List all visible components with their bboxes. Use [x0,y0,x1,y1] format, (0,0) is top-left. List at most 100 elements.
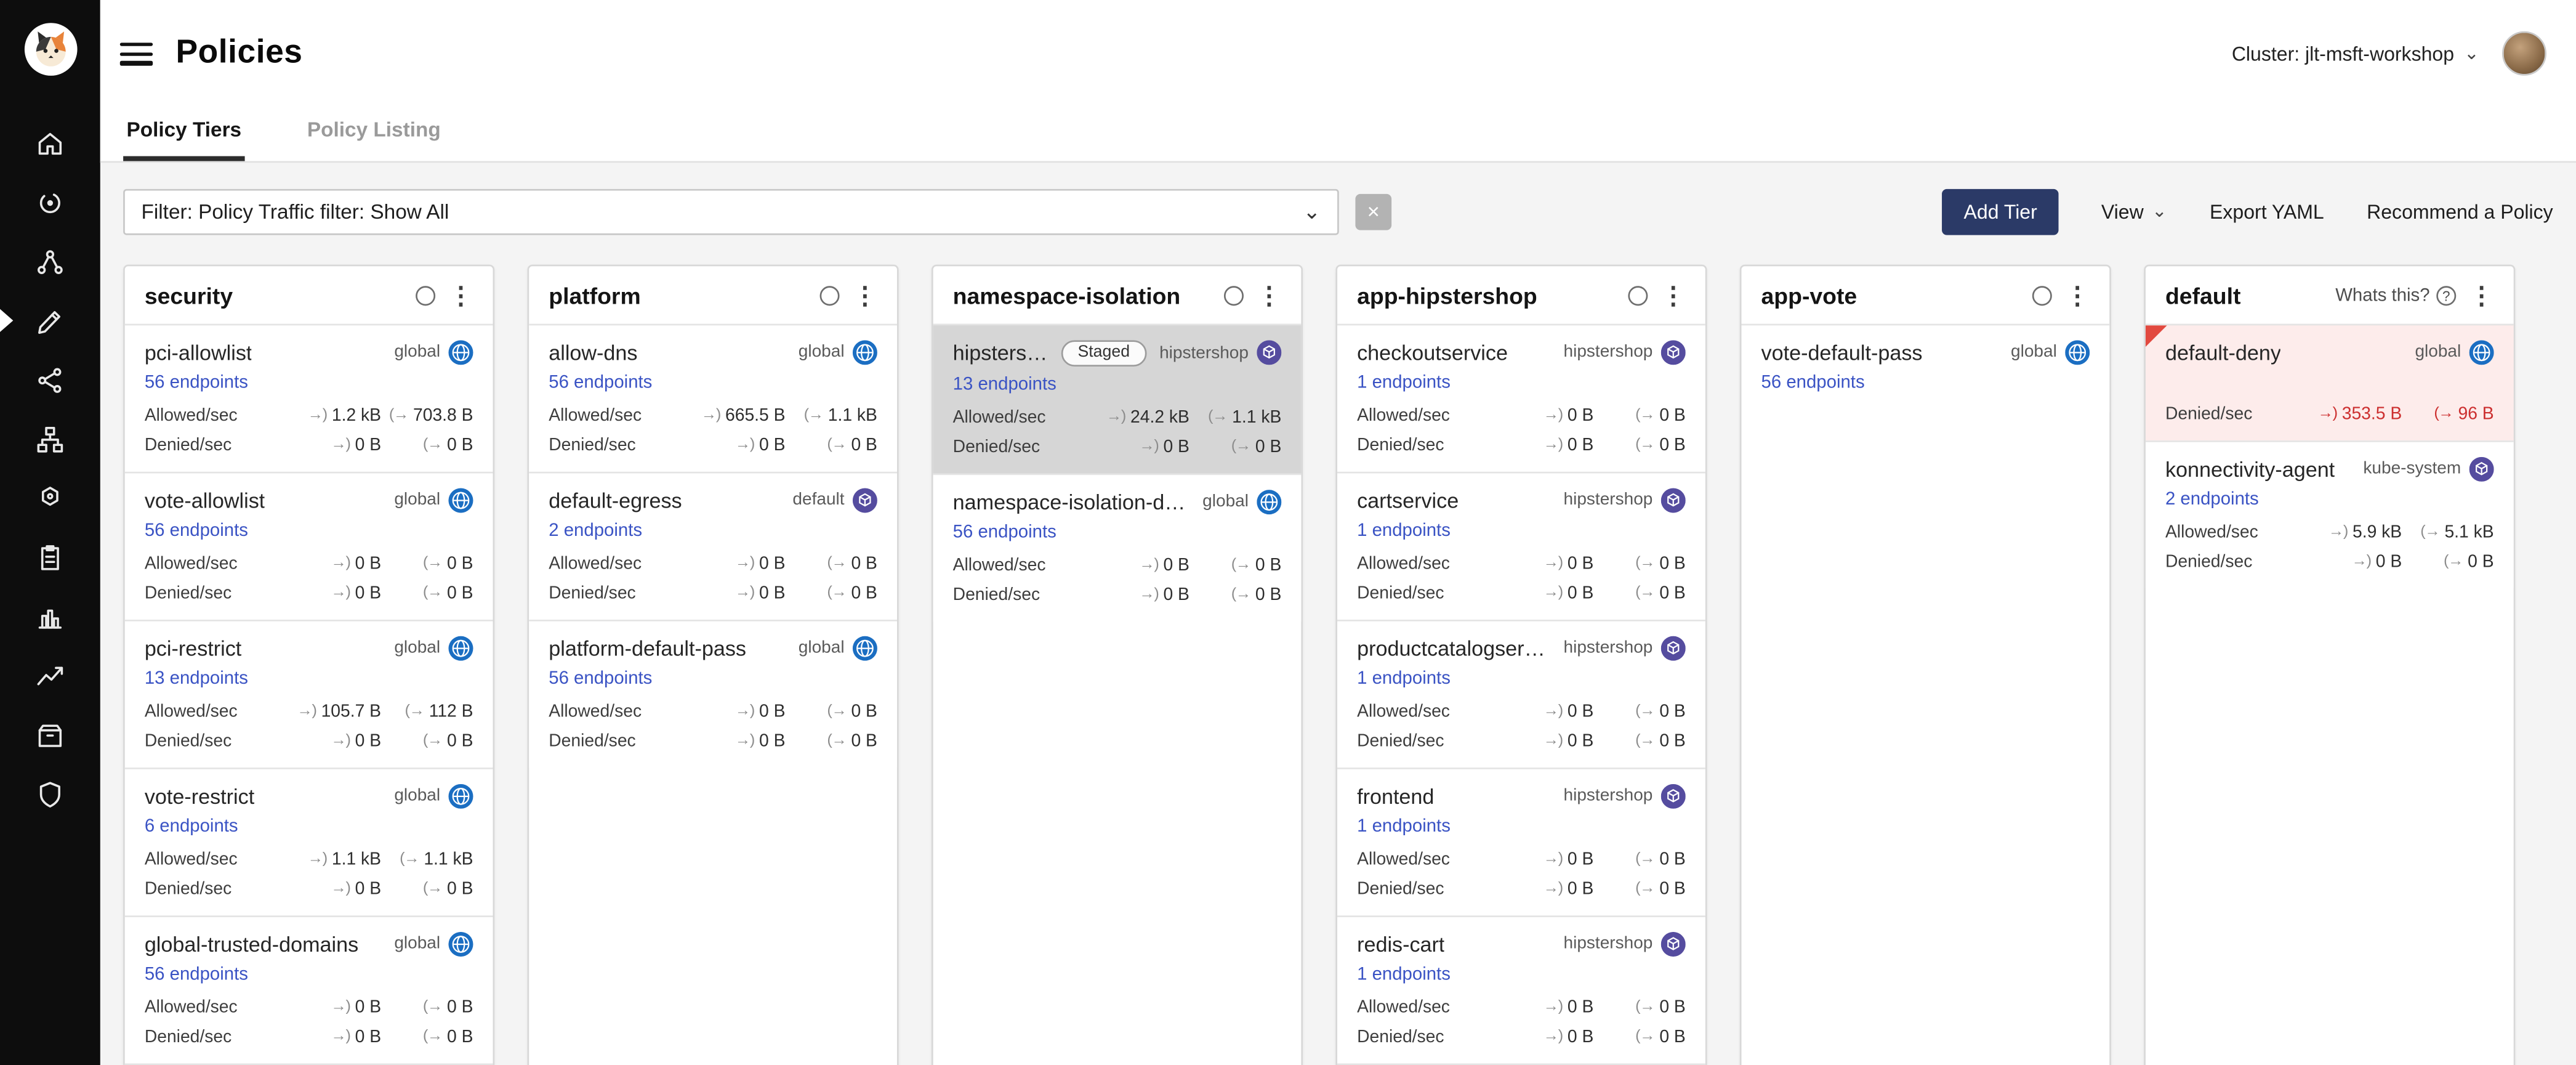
tab-policy-tiers[interactable]: Policy Tiers [123,108,244,161]
endpoints-link[interactable]: 1 endpoints [1357,817,1451,836]
tier-help-link[interactable] [2026,286,2052,306]
sidebar-item-policies[interactable] [0,291,100,350]
recommend-policy-button[interactable]: Recommend a Policy [2367,200,2553,223]
sidebar-item-service-graph[interactable] [0,232,100,291]
endpoints-link[interactable]: 56 endpoints [1761,373,1865,392]
ingress-value: 0 B [1163,555,1189,575]
policy-card[interactable]: pci-allowlist global 56 endpoints Allowe… [125,323,493,471]
policy-card[interactable]: checkoutservice hipstershop 1 endpoints … [1337,323,1705,471]
policy-traffic-filter-select[interactable]: Filter: Policy Traffic filter: Show All … [123,188,1339,235]
ingress-value: 0 B [1163,437,1189,456]
tier-menu-button[interactable]: ⋮ [1254,281,1285,310]
tier-menu-button[interactable]: ⋮ [445,281,477,310]
content-area: Filter: Policy Traffic filter: Show All … [100,163,2576,1065]
export-yaml-button[interactable]: Export YAML [2210,200,2324,223]
tier-help-link[interactable] [813,286,840,306]
policy-card[interactable]: konnectivity-agent kube-system 2 endpoin… [2146,440,2514,588]
policy-card[interactable]: hipstershop-gh... Staged hipstershop 13 … [933,323,1302,473]
tier-menu-button[interactable]: ⋮ [850,281,881,310]
egress-value: 0 B [1255,555,1281,575]
tier-help-link[interactable] [1622,286,1648,306]
policy-name: default-deny [2165,340,2281,365]
sidebar-item-activity[interactable] [0,646,100,705]
policy-card[interactable]: namespace-isolation-default-p... global … [933,473,1302,621]
policy-card[interactable]: vote-allowlist global 56 endpoints Allow… [125,471,493,619]
add-tier-button[interactable]: Add Tier [1942,188,2059,235]
policy-scope: hipstershop [1159,341,1281,365]
endpoints-link[interactable]: 56 endpoints [145,520,248,540]
policy-card[interactable]: default-deny global Denied/sec →) 353.5 … [2146,323,2514,440]
sidebar-item-compliance[interactable] [0,528,100,587]
sidebar-item-workloads[interactable] [0,409,100,468]
ingress-icon: →) [2352,553,2371,570]
ingress-icon: →) [1139,586,1158,604]
sidebar-item-cluster-overview[interactable] [0,172,100,232]
tier-help-link[interactable] [1217,286,1244,306]
ingress-icon: →) [1544,407,1563,424]
policy-card[interactable]: frontend hipstershop 1 endpoints Allowed… [1337,767,1705,915]
traffic-label: Denied/sec [549,583,677,603]
ingress-value: 0 B [355,554,381,573]
endpoints-link[interactable]: 1 endpoints [1357,373,1451,392]
tier-help-link[interactable] [409,286,435,306]
endpoints-link[interactable]: 56 endpoints [953,522,1057,542]
policy-card[interactable]: default-egress default 2 endpoints Allow… [529,471,897,619]
egress-value: 0 B [1659,879,1685,899]
endpoints-link[interactable]: 1 endpoints [1357,668,1451,688]
tier-menu-button[interactable]: ⋮ [2062,281,2093,310]
ingress-value: 0 B [1568,1027,1593,1047]
ingress-value: 0 B [355,435,381,455]
endpoints-link[interactable]: 56 endpoints [549,373,652,392]
action-buttons: Add Tier View ⌄ Export YAML Recommend a … [1942,188,2553,235]
sidebar-item-home[interactable] [0,113,100,172]
network-sets-icon [34,482,66,514]
policy-card[interactable]: pci-restrict global 13 endpoints Allowed… [125,619,493,767]
policy-card[interactable]: redis-cart hipstershop 1 endpoints Allow… [1337,915,1705,1063]
tier-menu-button[interactable]: ⋮ [1657,281,1689,310]
egress-icon: (→ [1231,586,1250,604]
policy-card[interactable]: global-trusted-domains global 56 endpoin… [125,915,493,1063]
endpoints-link[interactable]: 2 endpoints [549,520,642,540]
policy-card[interactable]: vote-default-pass global 56 endpoints [1742,323,2110,412]
help-label: Whats this? [2335,286,2429,306]
cluster-selector[interactable]: Cluster: jlt-msft-workshop ⌄ [2232,43,2479,65]
ingress-value: 0 B [355,1027,381,1047]
endpoints-link[interactable]: 6 endpoints [145,817,238,836]
policy-name: hipstershop-gh... [953,341,1049,365]
policy-card[interactable]: allow-dns global 56 endpoints Allowed/se… [529,323,897,471]
tier-help-link[interactable]: Whats this? ? [2335,286,2456,306]
traffic-label: Denied/sec [145,731,273,751]
ingress-value: 0 B [1568,849,1593,869]
sidebar-item-threat-defense[interactable] [0,764,100,824]
endpoints-link[interactable]: 1 endpoints [1357,520,1451,540]
ingress-value: 0 B [355,997,381,1017]
sidebar-item-network-sets[interactable] [0,468,100,527]
policy-scope-label: global [799,638,845,658]
endpoints-link[interactable]: 1 endpoints [1357,965,1451,984]
user-avatar[interactable] [2502,32,2546,76]
policy-card[interactable]: cartservice hipstershop 1 endpoints Allo… [1337,471,1705,619]
clear-filter-button[interactable]: × [1355,193,1391,230]
view-menu-button[interactable]: View ⌄ [2101,200,2167,223]
tier-header: app-vote ⋮ [1742,266,2110,323]
policy-card-header: default-egress default [549,488,877,512]
endpoints-link[interactable]: 2 endpoints [2165,490,2259,509]
sidebar-item-nodes[interactable] [0,350,100,409]
endpoints-link[interactable]: 56 endpoints [145,965,248,984]
policy-card[interactable]: productcatalogservice hipstershop 1 endp… [1337,619,1705,767]
endpoints-link[interactable]: 13 endpoints [145,668,248,688]
hamburger-menu-icon[interactable] [120,43,153,65]
sidebar-item-image-assurance[interactable] [0,705,100,764]
tab-policy-listing[interactable]: Policy Listing [304,108,445,161]
endpoints-link[interactable]: 13 endpoints [953,375,1057,394]
traffic-rows: Allowed/sec →) 0 B (→ 0 B Denied/sec →) … [549,554,877,603]
policy-card[interactable]: vote-restrict global 6 endpoints Allowed… [125,767,493,915]
sidebar-item-dashboards[interactable] [0,587,100,646]
policy-card[interactable]: platform-default-pass global 56 endpoint… [529,619,897,767]
egress-icon: (→ [827,702,846,720]
tier-menu-button[interactable]: ⋮ [2466,281,2497,310]
policy-scope: global [799,636,877,660]
traffic-label: Allowed/sec [145,849,273,869]
endpoints-link[interactable]: 56 endpoints [549,668,652,688]
endpoints-link[interactable]: 56 endpoints [145,373,248,392]
